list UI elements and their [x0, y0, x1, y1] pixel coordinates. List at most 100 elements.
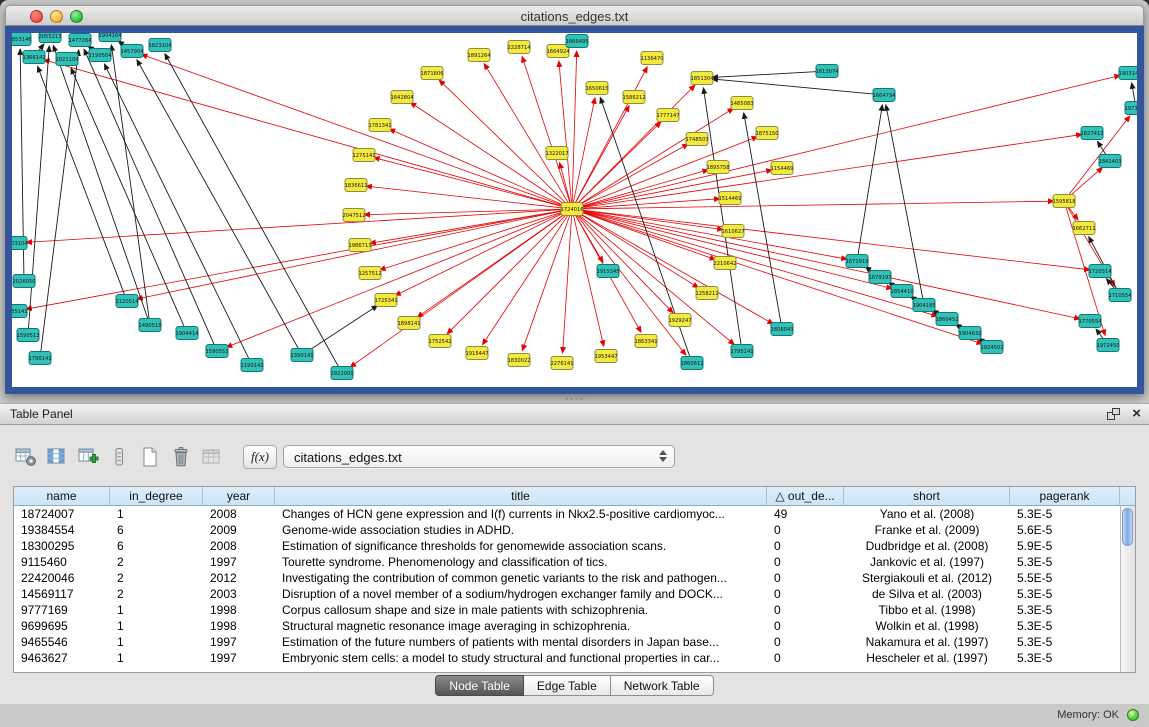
graph-edge[interactable]: [350, 212, 568, 367]
column-header-title[interactable]: title: [275, 487, 767, 506]
graph-node[interactable]: 1590553: [205, 345, 228, 358]
graph-node[interactable]: 1586212: [622, 91, 645, 104]
table-row[interactable]: 1938455462009Genome-wide association stu…: [14, 522, 1120, 538]
column-header-name[interactable]: name: [14, 487, 110, 506]
graph-node[interactable]: 1904164: [98, 33, 122, 42]
graph-node[interactable]: 1770554: [1078, 315, 1102, 328]
table-row[interactable]: 1830029562008Estimation of significance …: [14, 538, 1120, 554]
graph-node[interactable]: 1724016: [560, 203, 583, 216]
graph-edge[interactable]: [1089, 237, 1118, 291]
graph-edge[interactable]: [439, 80, 568, 206]
graph-edge[interactable]: [522, 57, 570, 205]
graph-node[interactable]: 1953447: [594, 350, 617, 363]
graph-node[interactable]: 1915345: [596, 265, 619, 278]
table-row[interactable]: 946362711997Embryonic stem cells: a mode…: [14, 650, 1120, 666]
graph-node[interactable]: 2276141: [550, 357, 573, 370]
vertical-scrollbar[interactable]: [1120, 506, 1135, 672]
graph-node[interactable]: 1650615: [585, 82, 608, 95]
graph-node[interactable]: 1258212: [695, 287, 718, 300]
graph-edge[interactable]: [41, 50, 79, 353]
graph-node[interactable]: 2047512: [342, 209, 365, 222]
graph-node[interactable]: 1986713: [348, 239, 371, 252]
graph-edge[interactable]: [389, 129, 567, 207]
graph-edge[interactable]: [395, 211, 568, 295]
graph-node[interactable]: 2210642: [713, 257, 736, 270]
graph-node[interactable]: 1972450: [1096, 339, 1119, 352]
graph-node[interactable]: 1725341: [374, 294, 397, 307]
graph-node[interactable]: 1664794: [872, 89, 896, 102]
graph-node[interactable]: 1922001: [330, 367, 353, 380]
table-row[interactable]: 1456911722003Disruption of a novel membe…: [14, 586, 1120, 602]
graph-edge[interactable]: [84, 49, 215, 346]
graph-node[interactable]: 1642804: [390, 91, 414, 104]
graph-node[interactable]: 1827413: [1080, 127, 1103, 140]
column-header-short[interactable]: short: [844, 487, 1010, 506]
graph-node[interactable]: 1322017: [545, 147, 568, 160]
graph-node[interactable]: 1275141: [352, 149, 375, 162]
graph-node[interactable]: 1891264: [467, 49, 491, 62]
column-header-outde[interactable]: △ out_de...: [767, 487, 844, 506]
graph-edge[interactable]: [137, 60, 300, 351]
graph-edge[interactable]: [26, 209, 567, 242]
graph-edge[interactable]: [26, 210, 567, 309]
graph-node[interactable]: 1477264: [68, 34, 92, 47]
graph-node[interactable]: 1135141: [12, 305, 28, 318]
divider-grip-icon[interactable]: [564, 397, 586, 401]
graph-node[interactable]: 1823104: [148, 39, 172, 52]
column-chooser-icon[interactable]: [43, 444, 71, 471]
tab-edge-table[interactable]: Edge Table: [524, 675, 611, 696]
graph-node[interactable]: 1595818: [1052, 195, 1075, 208]
import-table-icon[interactable]: [198, 444, 226, 471]
graph-edge[interactable]: [744, 113, 781, 324]
graph-node[interactable]: 1662711: [1072, 222, 1095, 235]
graph-edge[interactable]: [577, 134, 1082, 208]
table-row[interactable]: 2242004622012Investigating the contribut…: [14, 570, 1120, 586]
graph-node[interactable]: 1871806: [420, 67, 443, 80]
graph-edge[interactable]: [104, 64, 249, 361]
graph-node[interactable]: 1003104: [12, 237, 28, 250]
table-settings-icon[interactable]: [12, 444, 40, 471]
graph-edge[interactable]: [306, 305, 377, 352]
graph-node[interactable]: 1866495: [565, 35, 588, 48]
graph-node[interactable]: 1190141: [240, 359, 263, 372]
graph-edge[interactable]: [374, 158, 567, 208]
table-row[interactable]: 977716911998Corpus callosum shape and si…: [14, 602, 1120, 618]
graph-node[interactable]: 1863341: [634, 335, 657, 348]
graph-edge[interactable]: [577, 201, 1054, 209]
graph-node[interactable]: 1795141: [730, 345, 753, 358]
graph-node[interactable]: 1898141: [397, 317, 420, 330]
graph-node[interactable]: 1924502: [980, 341, 1003, 354]
graph-node[interactable]: 2021104: [55, 53, 79, 66]
table-row[interactable]: 946554611997Estimation of the future num…: [14, 634, 1120, 650]
graph-edge[interactable]: [575, 213, 686, 355]
graph-node[interactable]: 1875150: [755, 127, 778, 140]
graph-node[interactable]: 2228714: [507, 41, 531, 54]
graph-edge[interactable]: [111, 45, 149, 320]
graph-node[interactable]: 1136470: [640, 52, 663, 65]
graph-edge[interactable]: [137, 210, 567, 299]
graph-edge[interactable]: [577, 210, 892, 288]
graph-edge[interactable]: [858, 105, 883, 256]
graph-node[interactable]: 1915447: [465, 347, 488, 360]
graph-edge[interactable]: [1068, 168, 1103, 198]
graph-edge[interactable]: [886, 105, 923, 300]
graph-node[interactable]: 1679197: [868, 271, 891, 284]
row-tool-icon[interactable]: [105, 444, 133, 471]
table-selector-dropdown[interactable]: citations_edges.txt: [283, 445, 675, 468]
graph-edge[interactable]: [577, 170, 709, 208]
graph-node[interactable]: 1154469: [770, 162, 793, 175]
graph-edge[interactable]: [577, 210, 1090, 270]
graph-edge[interactable]: [577, 210, 938, 316]
graph-node[interactable]: 1752542: [428, 335, 451, 348]
graph-node[interactable]: 1895758: [706, 161, 729, 174]
graph-node[interactable]: 1830022: [507, 354, 530, 367]
column-header-pagerank[interactable]: pagerank: [1010, 487, 1120, 506]
graph-node[interactable]: 1854410: [890, 285, 913, 298]
graph-node[interactable]: 1790141: [28, 352, 51, 365]
graph-node[interactable]: 1851304: [690, 72, 714, 85]
function-builder-icon[interactable]: f(x): [243, 445, 277, 469]
network-graph-canvas[interactable]: 1724016189126422287141664924187180616428…: [12, 33, 1137, 387]
tab-network-table[interactable]: Network Table: [611, 675, 714, 696]
graph-node[interactable]: 1929247: [668, 314, 691, 327]
graph-edge[interactable]: [577, 210, 1080, 319]
